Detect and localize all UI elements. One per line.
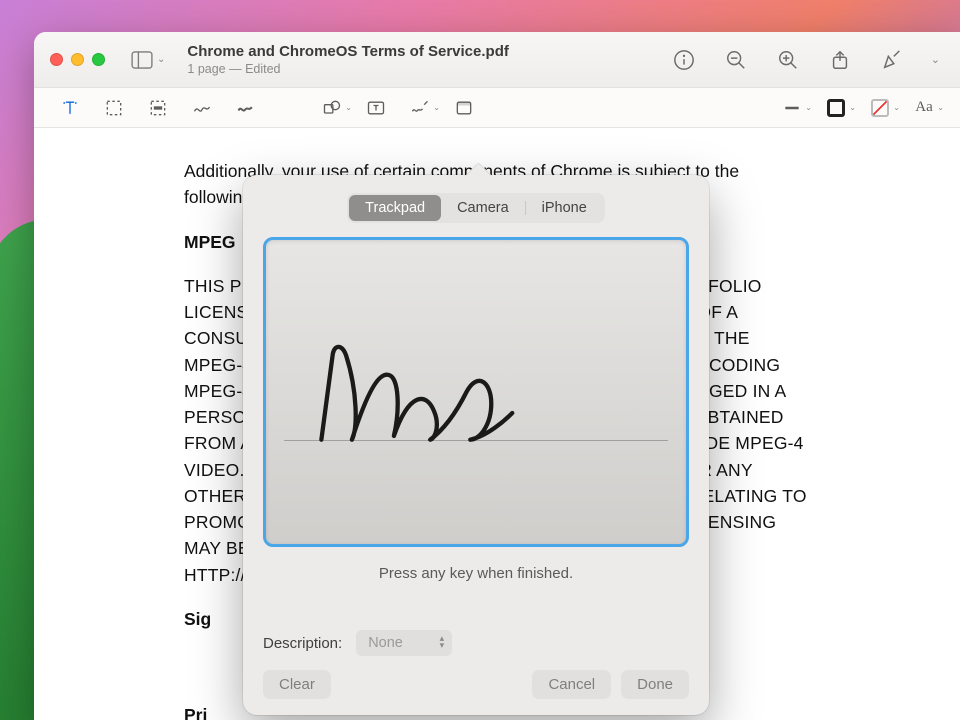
title-block: Chrome and ChromeOS Terms of Service.pdf… [187, 43, 670, 76]
signature-popover: Trackpad Camera iPhone Press any key whe… [243, 175, 709, 715]
markup-toggle-button[interactable] [879, 47, 905, 73]
border-color-tool[interactable]: ⌄ [818, 94, 854, 122]
draw-tool[interactable] [228, 94, 264, 122]
description-label: Description: [263, 635, 342, 652]
doc-heading-sig: Sig [184, 609, 211, 629]
description-select[interactable]: None ▴▾ [356, 630, 452, 656]
window-controls [50, 53, 105, 66]
document-title: Chrome and ChromeOS Terms of Service.pdf [187, 43, 670, 60]
segment-trackpad[interactable]: Trackpad [349, 195, 441, 221]
note-tool[interactable] [446, 94, 482, 122]
chevron-down-icon: ⌄ [345, 103, 352, 112]
minimize-window-button[interactable] [71, 53, 84, 66]
signature-hint: Press any key when finished. [263, 565, 689, 582]
signature-canvas[interactable] [263, 237, 689, 547]
text-tool[interactable] [358, 94, 394, 122]
zoom-window-button[interactable] [92, 53, 105, 66]
cancel-button[interactable]: Cancel [532, 670, 611, 699]
preview-window: ⌄ Chrome and ChromeOS Terms of Service.p… [34, 32, 960, 720]
clear-button[interactable]: Clear [263, 670, 331, 699]
doc-heading-mpeg: MPEG [184, 232, 236, 252]
titlebar: ⌄ Chrome and ChromeOS Terms of Service.p… [34, 32, 960, 88]
chevron-down-icon: ⌄ [433, 103, 440, 112]
toolbar-overflow[interactable]: ⌄ [931, 53, 940, 66]
chevron-down-icon: ⌄ [893, 103, 900, 112]
chevron-down-icon: ⌄ [157, 54, 165, 65]
segment-camera[interactable]: Camera [441, 195, 525, 221]
markup-toolbar: ⌄ ⌄ ⌄ ⌄ ⌄ Aa ⌄ [34, 88, 960, 128]
signature-stroke [266, 240, 686, 544]
rect-selection-tool[interactable] [96, 94, 132, 122]
sidebar-toggle[interactable]: ⌄ [125, 47, 171, 73]
close-window-button[interactable] [50, 53, 63, 66]
doc-heading-prior: Pri [184, 705, 207, 720]
sketch-tool[interactable] [184, 94, 220, 122]
description-value: None [368, 635, 403, 651]
zoom-in-button[interactable] [775, 47, 801, 73]
text-style-tool[interactable]: Aa ⌄ [906, 94, 942, 122]
chevron-down-icon: ⌄ [849, 103, 856, 112]
done-button[interactable]: Done [621, 670, 689, 699]
sign-tool[interactable]: ⌄ [402, 94, 438, 122]
segment-iphone[interactable]: iPhone [526, 195, 603, 221]
share-button[interactable] [827, 47, 853, 73]
redact-tool[interactable] [140, 94, 176, 122]
shape-style-tool[interactable]: ⌄ [774, 94, 810, 122]
zoom-out-button[interactable] [723, 47, 749, 73]
updown-icon: ▴▾ [440, 635, 445, 649]
chevron-down-icon: ⌄ [937, 103, 944, 112]
signature-source-segmented: Trackpad Camera iPhone [263, 193, 689, 223]
text-selection-tool[interactable] [52, 94, 88, 122]
chevron-down-icon: ⌄ [805, 103, 812, 112]
fill-color-tool[interactable]: ⌄ [862, 94, 898, 122]
shapes-tool[interactable]: ⌄ [314, 94, 350, 122]
document-subtitle: 1 page — Edited [187, 62, 670, 76]
info-button[interactable] [671, 47, 697, 73]
